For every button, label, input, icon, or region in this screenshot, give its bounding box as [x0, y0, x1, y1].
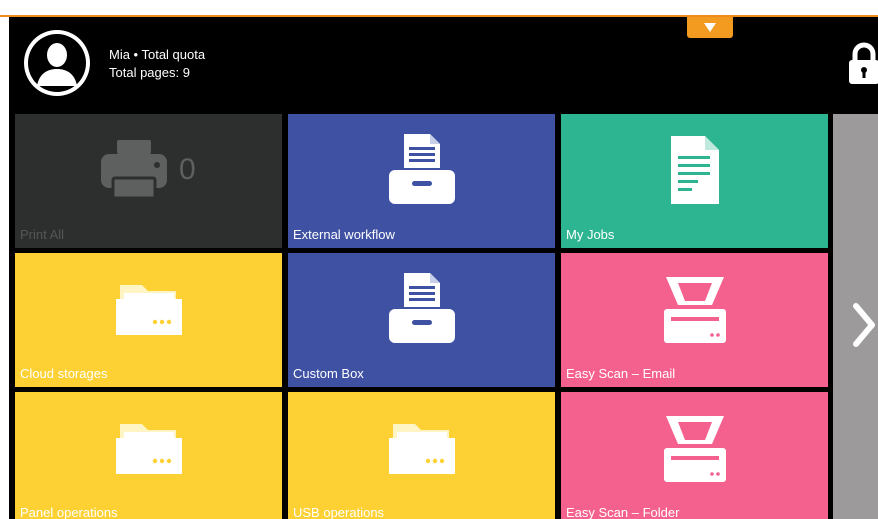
tile-cloud-storages[interactable]: Cloud storages	[15, 253, 282, 387]
tile-label: Easy Scan – Folder	[566, 505, 680, 519]
tile-label: My Jobs	[566, 227, 615, 242]
tile-easy-scan-email[interactable]: Easy Scan – Email	[561, 253, 828, 387]
tile-external-workflow[interactable]: External workflow	[288, 114, 555, 248]
folder-icon	[114, 416, 184, 481]
scanner-icon	[662, 414, 728, 489]
tile-label: Easy Scan – Email	[566, 366, 676, 381]
tile-label: Print All	[20, 227, 65, 242]
tile-custom-box[interactable]: Custom Box	[288, 253, 555, 387]
tile-label: USB operations	[293, 505, 385, 519]
dropdown-tab[interactable]	[687, 17, 733, 38]
tile-my-jobs[interactable]: My Jobs	[561, 114, 828, 248]
tile-label: Custom Box	[293, 366, 364, 381]
user-quota: Mia • Total quota	[109, 47, 206, 62]
tile-easy-scan-folder[interactable]: Easy Scan – Folder	[561, 392, 828, 519]
tile-label: Cloud storages	[20, 366, 108, 381]
triangle-down-icon	[704, 23, 716, 32]
scanner-icon	[662, 275, 728, 350]
lock-icon[interactable]	[847, 41, 878, 85]
header-bar: Mia • Total quota Total pages: 9	[9, 17, 878, 112]
tile-label: External workflow	[293, 227, 395, 242]
user-info: Mia • Total quota Total pages: 9	[109, 46, 205, 82]
document-tray-icon	[387, 132, 457, 211]
print-count: 0	[179, 153, 196, 186]
tile-usb-operations[interactable]: USB operations	[288, 392, 555, 519]
document-tray-icon	[387, 271, 457, 350]
terminal-screen: Mia • Total quota Total pages: 9 0 Print…	[9, 17, 878, 519]
tile-label: Panel operations	[20, 505, 118, 519]
tile-panel-operations[interactable]: Panel operations	[15, 392, 282, 519]
tile-print-all[interactable]: 0 Print All	[15, 114, 282, 248]
next-page-button[interactable]	[833, 114, 878, 519]
folder-icon	[387, 416, 457, 481]
folder-icon	[114, 277, 184, 342]
chevron-right-icon	[853, 303, 875, 347]
document-icon	[669, 134, 721, 211]
user-avatar-icon[interactable]	[24, 30, 90, 96]
total-pages: Total pages: 9	[109, 65, 190, 80]
top-border	[0, 0, 878, 17]
